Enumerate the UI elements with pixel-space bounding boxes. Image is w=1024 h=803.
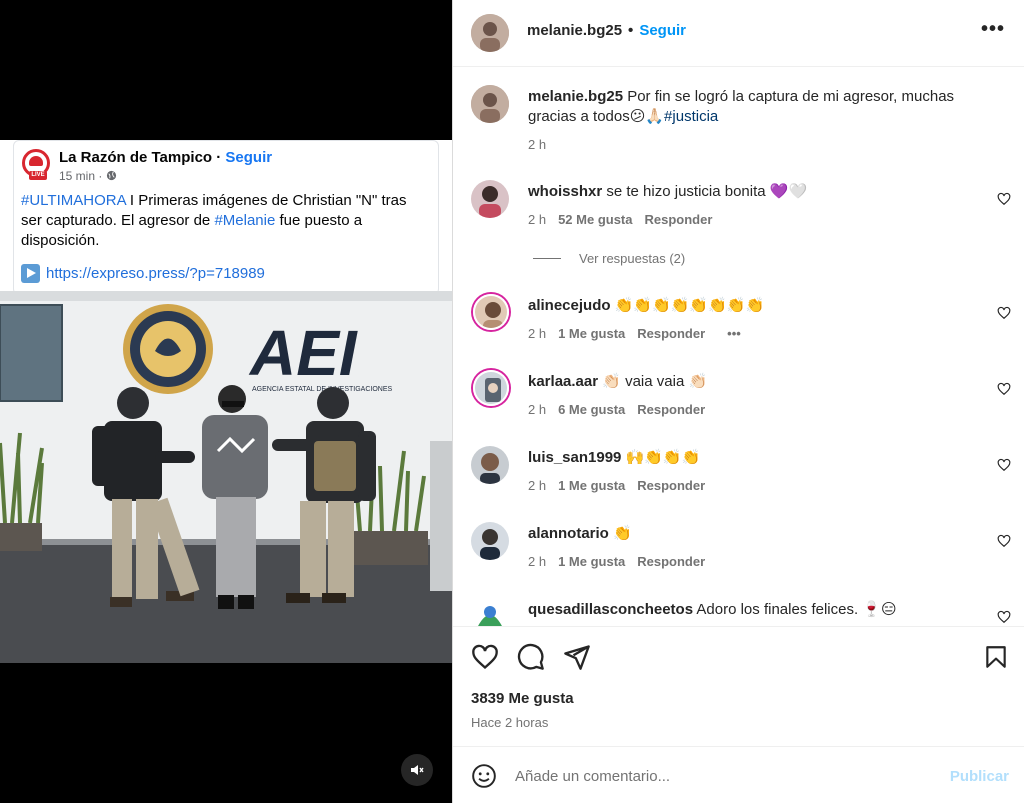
author-username[interactable]: melanie.bg25: [527, 22, 622, 39]
follow-button[interactable]: Seguir: [639, 22, 686, 39]
commenter-avatar[interactable]: [471, 446, 509, 484]
comment-text: whoisshxr se te hizo justicia bonita 💜🤍: [528, 183, 808, 200]
comment-bubble-icon[interactable]: [517, 643, 545, 671]
comment-text: quesadillasconcheetos Adoro los finales …: [528, 601, 897, 618]
commenter-avatar[interactable]: [471, 180, 509, 218]
globe-icon: [106, 170, 116, 181]
arrest-photo: AEI AGENCIA ESTATAL DE INVESTIGACIONES: [0, 291, 452, 663]
like-comment-heart-icon[interactable]: [997, 458, 1011, 472]
play-icon: [21, 264, 40, 283]
publish-button[interactable]: Publicar: [950, 768, 1009, 785]
comment-input[interactable]: [515, 762, 935, 790]
commenter-avatar[interactable]: [473, 294, 509, 330]
like-comment-heart-icon[interactable]: [997, 610, 1011, 624]
post-header: melanie.bg25 • Seguir •••: [453, 0, 1024, 67]
fb-post-text: #ULTIMAHORA I Primeras imágenes de Chris…: [21, 192, 407, 249]
aei-sign: AEI: [248, 317, 358, 389]
posted-time: Hace 2 horas: [471, 715, 549, 730]
arrest-photo-illustration: AEI AGENCIA ESTATAL DE INVESTIGACIONES: [0, 291, 452, 663]
share-send-icon[interactable]: [563, 643, 591, 671]
bookmark-save-icon[interactable]: [983, 643, 1009, 671]
like-comment-heart-icon[interactable]: [997, 306, 1011, 320]
hashtag-link[interactable]: #justicia: [664, 108, 718, 125]
live-badge: LIVE: [29, 171, 47, 180]
likes-count[interactable]: 3839 Me gusta: [471, 690, 574, 707]
comment-meta: 2 h6 Me gusta Responder: [528, 402, 706, 417]
fb-post-link: https://expreso.press/?p=718989: [21, 264, 265, 283]
comment-meta: 2 h 52 Me gusta Responder: [528, 212, 713, 227]
commenter-avatar[interactable]: [471, 598, 509, 626]
post-actions-bar: 3839 Me gusta Hace 2 horas: [453, 626, 1024, 746]
add-comment-bar: Publicar: [453, 746, 1024, 803]
comment-text: alannotario 👏: [528, 525, 632, 542]
comment-more-icon[interactable]: •••: [727, 326, 741, 341]
post-detail-panel: melanie.bg25 • Seguir ••• melanie.bg25 Por…: [452, 0, 1024, 803]
view-replies-link[interactable]: Ver respuestas (2): [533, 251, 685, 266]
replies-divider: [533, 258, 561, 259]
author-avatar[interactable]: [471, 14, 509, 52]
emoji-smiley-icon[interactable]: [471, 763, 497, 789]
comment-meta: 2 h1 Me gusta Responder: [528, 478, 706, 493]
like-comment-heart-icon[interactable]: [997, 534, 1011, 548]
like-comment-heart-icon[interactable]: [997, 382, 1011, 396]
more-options-icon[interactable]: •••: [981, 18, 1005, 41]
comment-text: alinecejudo 👏👏👏👏👏👏👏👏: [528, 297, 765, 314]
like-comment-heart-icon[interactable]: [997, 192, 1011, 206]
comment-meta: 2 h1 Me gusta Responder •••: [528, 326, 741, 341]
speaker-muted-icon: [411, 765, 424, 775]
author-line: melanie.bg25 • Seguir: [527, 22, 686, 39]
comment-text: karlaa.aar 👏🏻 vaia vaia 👏🏻: [528, 373, 708, 390]
comment-text: luis_san1999 🙌👏👏👏: [528, 449, 701, 466]
fb-time: 15 min ·: [59, 169, 117, 183]
mute-button[interactable]: [401, 754, 433, 786]
caption-username[interactable]: melanie.bg25: [528, 88, 623, 105]
facebook-post-header: LIVE La Razón de Tampico · Seguir 15 min…: [13, 140, 439, 295]
like-heart-icon[interactable]: [471, 643, 499, 671]
comment-meta: 2 h1 Me gusta Responder: [528, 554, 706, 569]
commenter-avatar[interactable]: [471, 522, 509, 560]
caption-avatar[interactable]: [471, 85, 509, 123]
post-media[interactable]: LIVE La Razón de Tampico · Seguir 15 min…: [0, 0, 452, 803]
fb-page-name: La Razón de Tampico · Seguir: [59, 149, 273, 166]
post-caption: melanie.bg25 Por fin se logró la captura…: [528, 88, 955, 125]
commenter-avatar[interactable]: [473, 370, 509, 406]
caption-time: 2 h: [528, 137, 547, 152]
embedded-facebook-screenshot: LIVE La Razón de Tampico · Seguir 15 min…: [0, 140, 452, 663]
comment-item: quesadillasconcheetos Adoro los finales …: [453, 598, 1024, 626]
